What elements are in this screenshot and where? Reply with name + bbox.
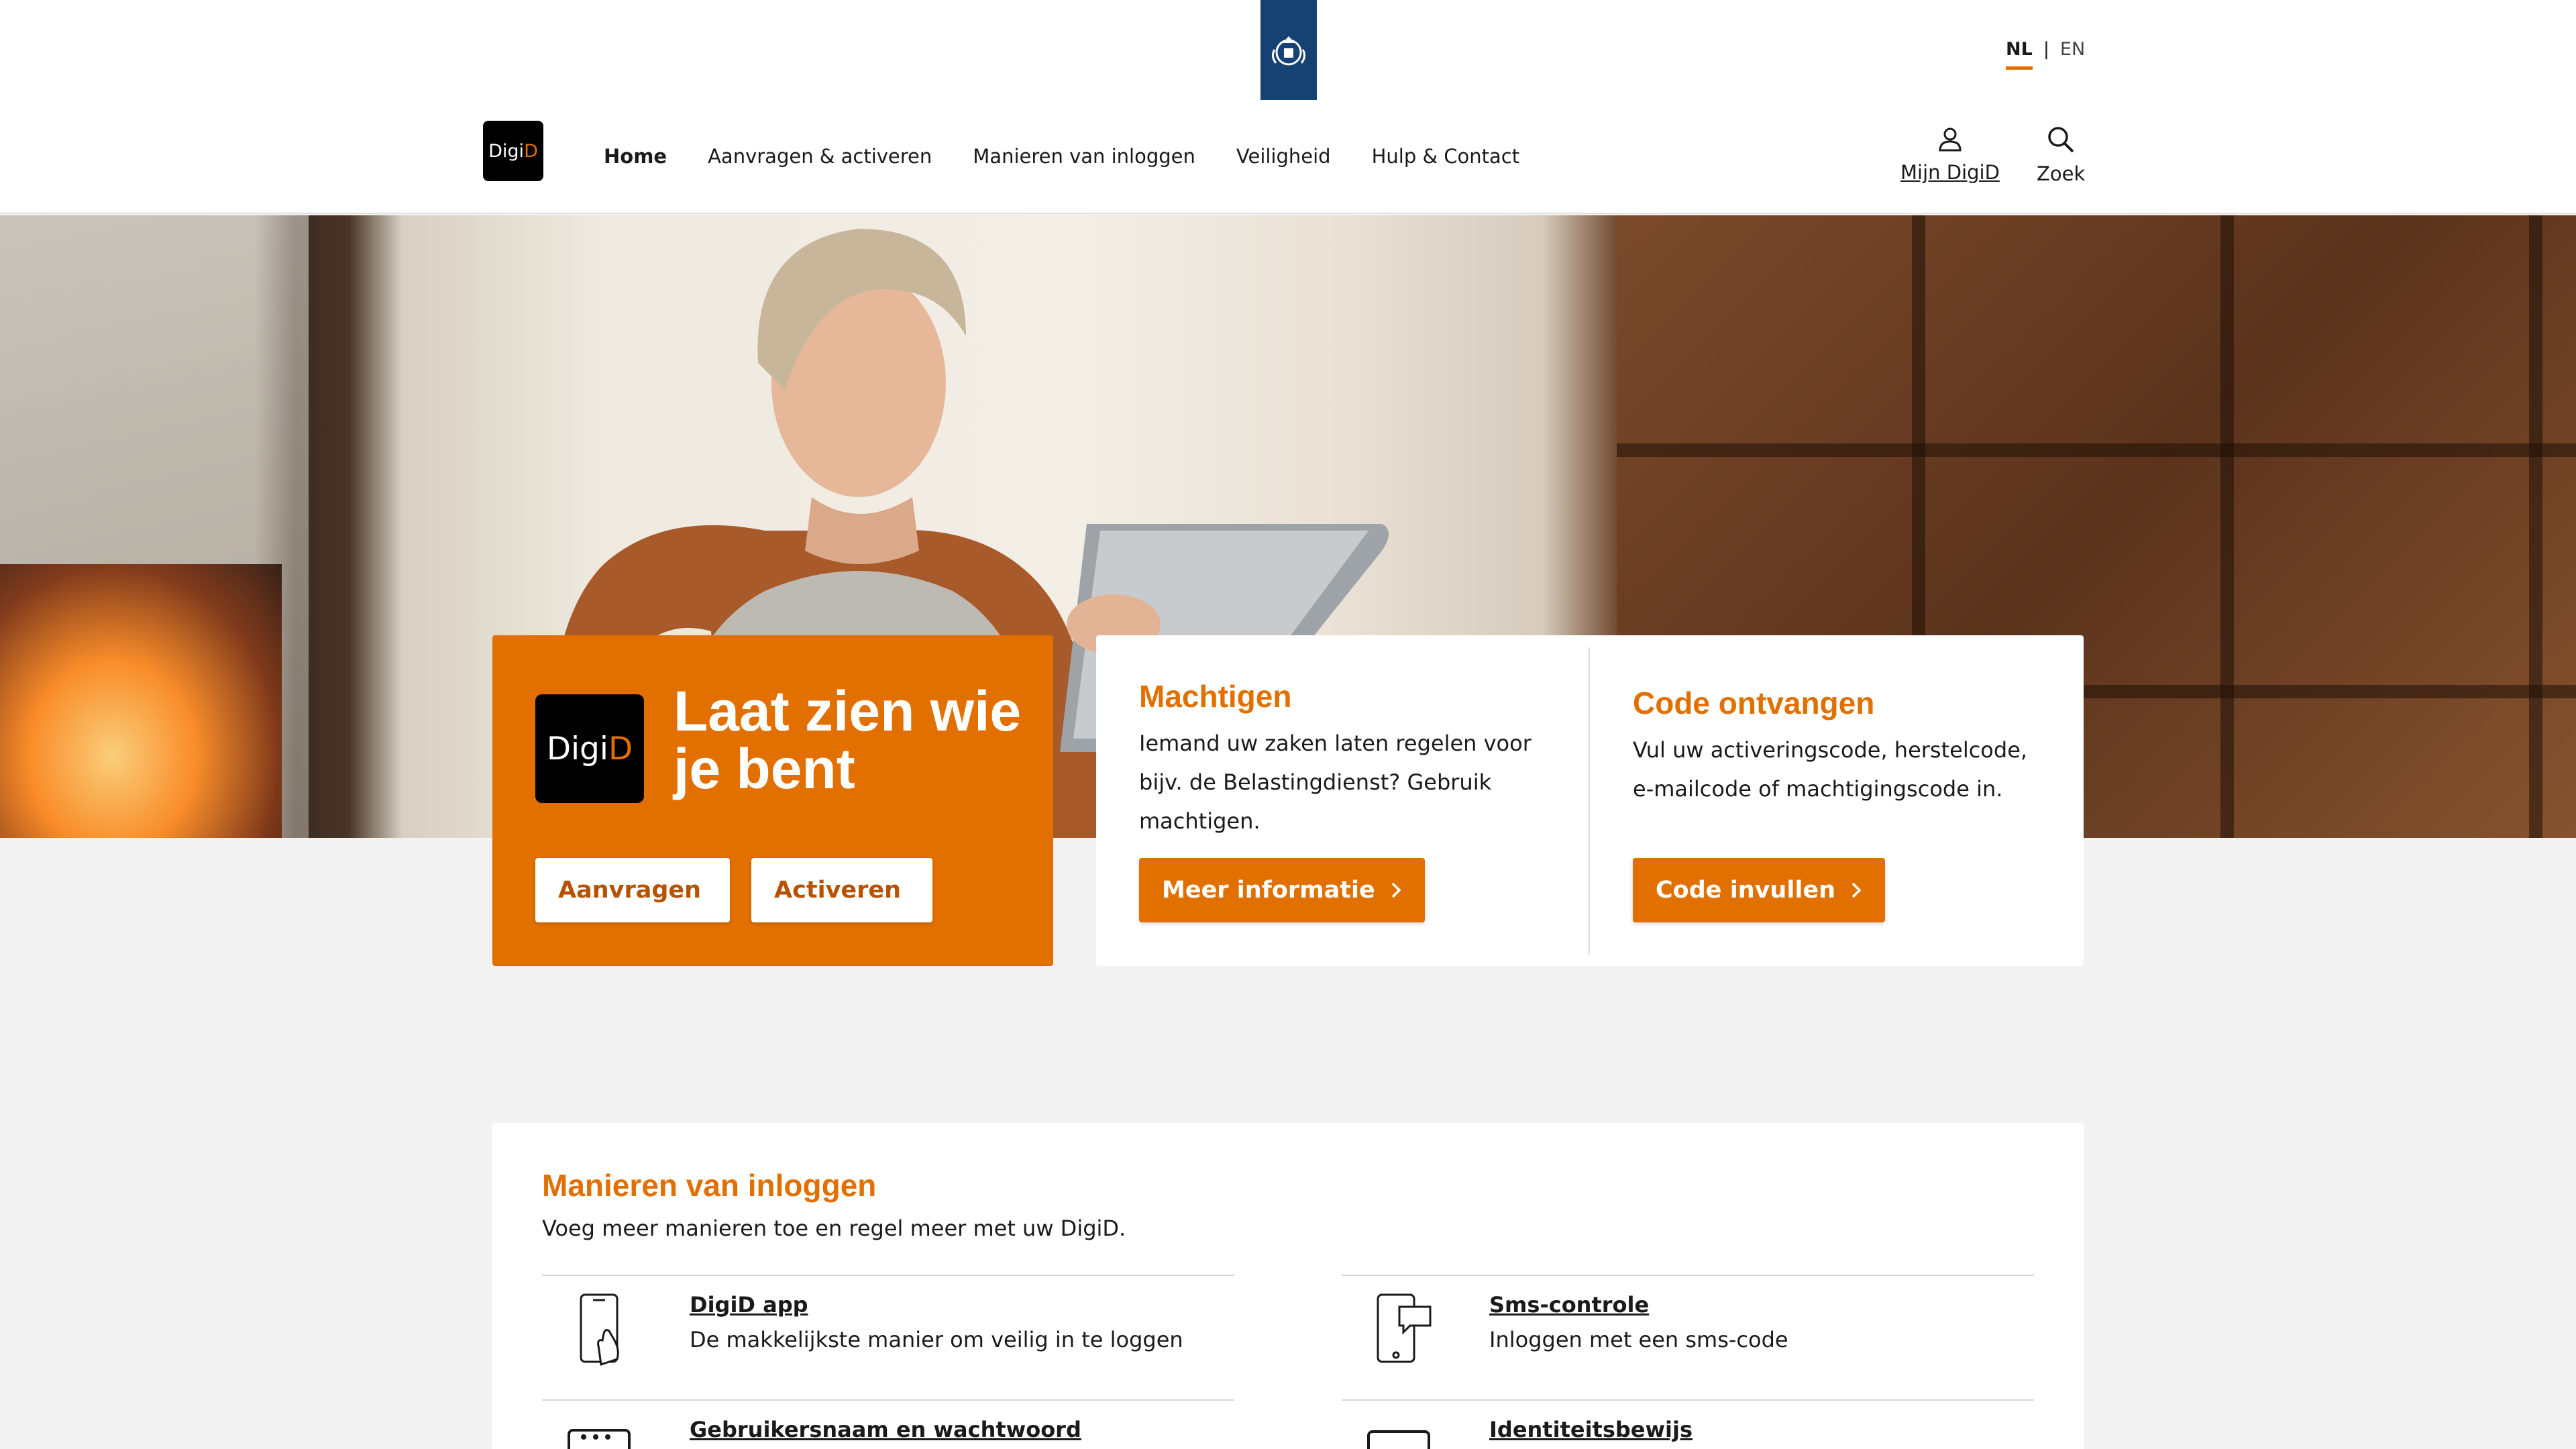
aanvragen-button[interactable]: Aanvragen [535,858,730,922]
hero-heading: Laat zien wie je bent [674,680,1022,800]
activeren-button[interactable]: Activeren [751,858,932,922]
row-divider [1342,1275,2034,1276]
login-methods-title: Manieren van inloggen [542,1168,877,1203]
digid-logo-large: Digi D [535,694,644,803]
row-divider [1342,1399,2034,1401]
password-icon [562,1417,636,1449]
method-identiteitsbewijs[interactable]: Identiteitsbewijs [1362,1417,1693,1449]
code-ontvangen-text: Vul uw activeringscode, herstelcode, e-m… [1633,737,2028,802]
method-desc: De makkelijkste manier om veilig in te l… [690,1327,1183,1352]
logo-suffix: D [608,730,633,767]
code-ontvangen-title: Code ontvangen [1633,686,1875,720]
language-nl[interactable]: NL [2006,39,2033,70]
login-methods-section: Manieren van inloggen Voeg meer manieren… [492,1123,2084,1449]
hero-card: Digi D Laat zien wie je bent Aanvragen Ac… [492,635,1053,966]
phone-message-icon [1362,1292,1436,1366]
search-label: Zoek [2037,162,2086,185]
chevron-right-icon [1391,882,1401,898]
code-invullen-label: Code invullen [1656,877,1836,904]
code-ontvangen-card: Code ontvangen Vul uw activeringscode, h… [1633,635,2049,966]
phone-tap-icon [562,1292,636,1366]
activeren-label: Activeren [774,877,902,904]
nav-aanvragen-activeren[interactable]: Aanvragen & activeren [708,145,932,168]
method-desc: Inloggen met een sms-code [1489,1327,1788,1352]
machtigen-card: Machtigen Iemand uw zaken laten regelen … [1139,635,1542,966]
id-card-icon [1362,1417,1436,1449]
chevron-right-icon [1851,882,1862,898]
code-invullen-button[interactable]: Code invullen [1633,858,1886,922]
language-en[interactable]: EN [2060,39,2085,70]
digid-logo[interactable]: Digi D [483,121,543,181]
method-digid-app[interactable]: DigiD app De makkelijkste manier om veil… [562,1292,1183,1366]
user-icon [1939,127,1962,152]
nav-veiligheid[interactable]: Veiligheid [1236,145,1331,168]
nav-home[interactable]: Home [604,145,667,168]
row-divider [542,1275,1234,1276]
machtigen-text: Iemand uw zaken laten regelen voor bijv.… [1139,731,1532,834]
method-title: Gebruikersnaam en wachtwoord [690,1417,1081,1442]
coat-of-arms-icon [1260,0,1317,100]
search-button[interactable]: Zoek [2037,125,2085,185]
row-divider [542,1399,1234,1401]
logo-prefix: Digi [488,140,525,162]
language-switch: NL | EN [2006,39,2085,70]
mijn-digid-link[interactable]: Mijn DigiD [1900,125,2000,184]
hero-fireplace [0,564,282,838]
method-title: Identiteitsbewijs [1489,1417,1693,1442]
card-divider [1589,647,1590,955]
aanvragen-label: Aanvragen [558,877,702,904]
method-sms-controle[interactable]: Sms-controle Inloggen met een sms-code [1362,1292,1788,1366]
language-separator: | [2043,39,2049,60]
login-methods-subtitle: Voeg meer manieren toe en regel meer met… [542,1216,1126,1241]
main-nav: Home Aanvragen & activeren Manieren van … [604,145,1560,168]
machtigen-title: Machtigen [1139,679,1292,714]
meer-informatie-label: Meer informatie [1162,877,1375,904]
nav-manieren-van-inloggen[interactable]: Manieren van inloggen [973,145,1195,168]
info-cards: Machtigen Iemand uw zaken laten regelen … [1096,635,2084,966]
method-title: Sms-controle [1489,1292,1650,1318]
site-header: NL | EN Digi D Home Aanvragen & activeren… [0,0,2576,214]
method-title: DigiD app [690,1292,808,1318]
nav-hulp-contact[interactable]: Hulp & Contact [1372,145,1520,168]
method-gebruikersnaam-wachtwoord[interactable]: Gebruikersnaam en wachtwoord [562,1417,1081,1449]
logo-prefix: Digi [546,730,608,767]
mijn-digid-label: Mijn DigiD [1900,161,2000,184]
meer-informatie-button[interactable]: Meer informatie [1139,858,1425,922]
search-icon [2048,127,2074,153]
logo-suffix: D [524,140,538,162]
